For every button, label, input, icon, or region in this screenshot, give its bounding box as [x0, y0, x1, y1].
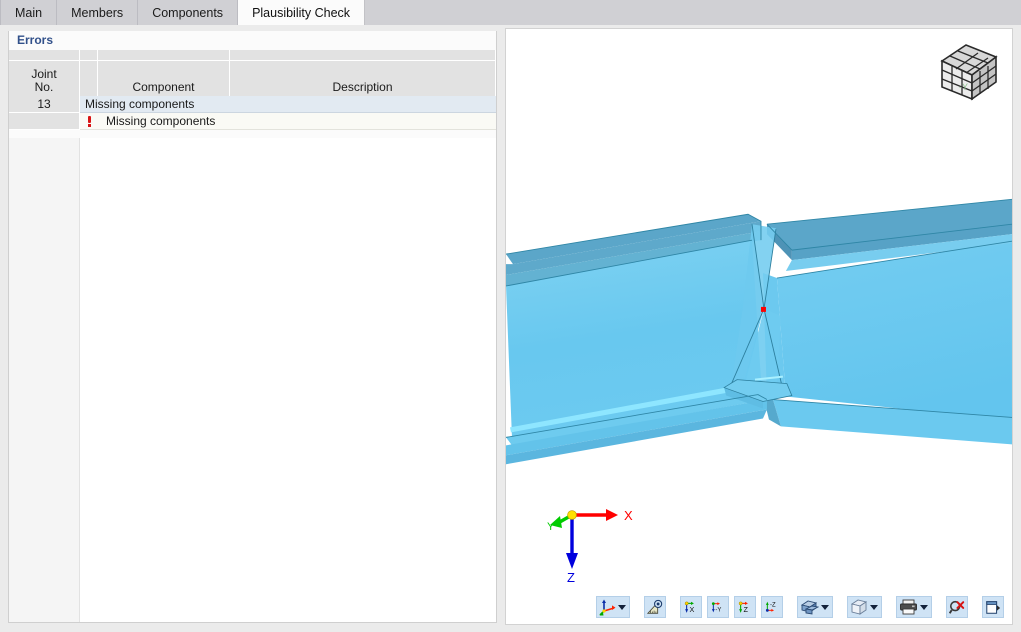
view-axis-icon: -Z [764, 598, 780, 616]
svg-text:-Y: -Y [715, 608, 721, 614]
wireframe-cube-icon [850, 599, 868, 616]
axis-x-arrow [606, 509, 618, 521]
axes-icon [599, 599, 616, 616]
view-axis-icon: X [683, 598, 699, 616]
chevron-down-icon[interactable] [870, 605, 878, 610]
magnifier-delete-icon [949, 599, 965, 616]
error-exclamation-icon [80, 113, 98, 130]
cell-joint-no: 13 [9, 96, 80, 113]
solid-blocks-icon [800, 599, 819, 615]
table-empty-left [9, 138, 80, 622]
model-view-panel[interactable]: -Y X Y Z [505, 28, 1013, 625]
cell-group-text: Missing components [80, 96, 496, 113]
table-empty-right [80, 138, 496, 622]
view-navigation-cube[interactable]: -Y [932, 35, 1004, 107]
joint-node-marker [761, 307, 766, 312]
table-empty-area [9, 138, 496, 622]
ruler-eye-icon [647, 599, 663, 616]
table-row[interactable]: 13 Missing components [9, 96, 496, 113]
panel-toggle-button[interactable] [982, 596, 1004, 618]
column-header-icon[interactable] [80, 61, 98, 96]
chevron-down-icon[interactable] [920, 605, 928, 610]
axis-label-x: X [624, 508, 633, 523]
coordinate-axis-gizmo: X Y Z [538, 499, 638, 584]
tab-main[interactable]: Main [0, 0, 57, 25]
view-toolbar: X -Y Z [506, 596, 1012, 618]
measure-button[interactable] [644, 596, 666, 618]
view-in-x-button[interactable]: X [680, 596, 702, 618]
view-axis-icon: -Y [710, 598, 726, 616]
column-header-joint-no-line2: No. [35, 80, 54, 94]
cell-joint-no-empty [9, 113, 80, 130]
tab-components[interactable]: Components [138, 0, 238, 25]
axis-label-z: Z [567, 570, 575, 584]
tab-plausibility-check[interactable]: Plausibility Check [238, 0, 365, 25]
exclamation-glyph [85, 116, 94, 127]
chevron-down-icon[interactable] [821, 605, 829, 610]
filter-cell-icon[interactable] [80, 50, 98, 61]
column-header-joint-no[interactable]: Joint No. [9, 61, 80, 96]
view-in-z-button[interactable]: Z [734, 596, 756, 618]
errors-table: Joint No. Component Description 13 Missi… [9, 50, 496, 622]
axis-label-y: Y [547, 521, 555, 533]
table-header-row: Joint No. Component Description [9, 61, 496, 96]
svg-text:-Z: -Z [770, 602, 776, 608]
filter-cell-component[interactable] [98, 50, 230, 61]
rendering-mode-button[interactable] [797, 596, 833, 618]
tab-bar: Main Members Components Plausibility Che… [0, 0, 1021, 25]
printer-icon [899, 599, 918, 615]
errors-caption: Errors [9, 31, 496, 49]
axis-z-arrow [566, 553, 578, 569]
view-in-minus-z-button[interactable]: -Z [761, 596, 783, 618]
nav-cube-axis-label: -Y [959, 82, 968, 92]
view-axis-icon: Z [737, 598, 753, 616]
zoom-reset-button[interactable] [946, 596, 968, 618]
panel-expand-icon [985, 599, 1001, 616]
axis-origin-marker [568, 511, 577, 520]
cell-component-text: Missing components [98, 113, 496, 130]
svg-text:Z: Z [744, 605, 749, 614]
errors-panel: Errors Joint No. Component Description [8, 31, 497, 623]
wireframe-button[interactable] [847, 596, 882, 618]
table-filter-band[interactable] [9, 50, 496, 61]
column-header-component[interactable]: Component [98, 61, 230, 96]
filter-cell-description[interactable] [230, 50, 496, 61]
column-header-description[interactable]: Description [230, 61, 496, 96]
chevron-down-icon[interactable] [618, 605, 626, 610]
tab-members[interactable]: Members [57, 0, 138, 25]
svg-text:X: X [690, 605, 695, 614]
print-button[interactable] [896, 596, 932, 618]
column-header-joint-no-line1: Joint [31, 67, 56, 81]
table-row[interactable]: Missing components [9, 113, 496, 130]
coordinate-system-button[interactable] [596, 596, 630, 618]
filter-cell-joint-no[interactable] [9, 50, 80, 61]
view-in-minus-y-button[interactable]: -Y [707, 596, 729, 618]
